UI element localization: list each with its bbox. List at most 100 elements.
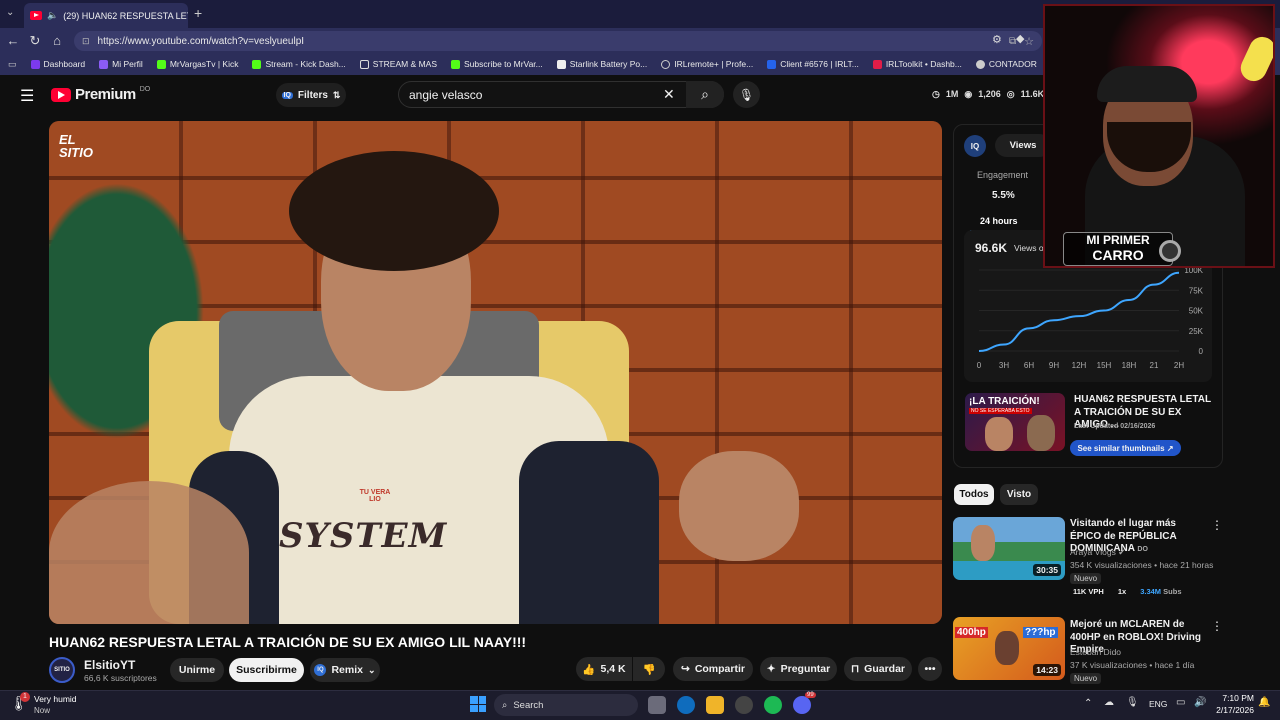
views-total: 96.6K — [975, 241, 1008, 255]
remix-button[interactable]: IQ Remix ⌄ — [310, 658, 380, 682]
ask-button[interactable]: ✦ Preguntar — [760, 657, 837, 681]
channel-avatar[interactable]: SITIO — [49, 657, 75, 683]
url-field[interactable]: ⊡ https://www.youtube.com/watch?v=veslyu… — [74, 31, 1042, 51]
tray-app-icon[interactable]: ☁ — [1104, 697, 1114, 708]
hand-left — [49, 481, 249, 624]
clear-search-icon[interactable]: ✕ — [663, 86, 675, 103]
subscribe-button[interactable]: Suscribirme — [229, 658, 304, 682]
related-thumbnail[interactable]: ¡LA TRAICIÓN! NO SE ESPERABA ESTO — [965, 393, 1065, 451]
recommendation-thumbnail[interactable]: 30:35 — [953, 517, 1065, 580]
obs-icon[interactable] — [735, 696, 753, 714]
task-view-icon[interactable] — [648, 696, 666, 714]
iq-icon: IQ — [281, 91, 293, 99]
irltoolkit-icon — [872, 59, 882, 69]
bookmark-stream-kick[interactable]: Stream - Kick Dash... — [252, 59, 346, 69]
search-button[interactable]: ⌕ — [686, 81, 724, 108]
home-icon[interactable]: ⌂ — [46, 30, 68, 52]
back-icon[interactable]: ← — [2, 30, 24, 52]
recommendation-thumbnail[interactable]: 400hp ???hp 14:23 — [953, 617, 1065, 680]
speaker-icon[interactable]: 🔈 — [47, 10, 58, 21]
wheel-icon — [1159, 240, 1181, 262]
share-icon: ↪ — [681, 663, 690, 675]
x-tick-label: 3H — [999, 361, 1009, 370]
see-similar-thumbnails-button[interactable]: See similar thumbnails ↗ — [1070, 440, 1181, 456]
tab-list-chevron-icon[interactable]: ⌄ — [6, 7, 20, 21]
more-vertical-icon[interactable]: ⋮ — [1211, 619, 1223, 633]
video-player[interactable]: SYSTEM TU VERA LIO EL SITIO — [49, 121, 942, 624]
collections-icon[interactable]: ▭ — [8, 59, 17, 70]
search-icon: ⌕ — [502, 699, 508, 711]
bookmark-irltoolkit[interactable]: IRLToolkit • Dashb... — [872, 59, 962, 69]
search-input[interactable]: angie velasco — [398, 81, 724, 108]
bookmark-stream-mas[interactable]: STREAM & MAS — [359, 59, 437, 69]
engagement-label: Engagement — [977, 170, 1029, 180]
share-button[interactable]: ↪ Compartir — [673, 657, 753, 681]
chevron-down-icon: ⌄ — [367, 664, 376, 675]
like-button[interactable]: 👍 5,4 K — [576, 657, 632, 681]
thumb-person — [1027, 415, 1055, 451]
language-indicator[interactable]: ENG — [1149, 699, 1167, 709]
x-tick-label: 21 — [1150, 361, 1159, 370]
eye-icon: ◉ — [964, 89, 973, 99]
bookmark-subscribe[interactable]: Subscribe to MrVar... — [451, 59, 543, 69]
more-vertical-icon[interactable]: ⋮ — [1211, 518, 1223, 532]
reload-icon[interactable]: ↻ — [24, 30, 46, 52]
iq-icon: IQ — [314, 664, 327, 676]
network-icon[interactable]: ▭ — [1176, 697, 1185, 708]
subs-stat: 3.34M Subs — [1140, 587, 1182, 596]
last-updated: Last Updated 02/16/2026 — [1074, 423, 1156, 430]
vidiq-stats-row: 11K VPH 1x 3.34M Subs — [1073, 587, 1182, 596]
x-tick-label: 2H — [1174, 361, 1184, 370]
hair — [289, 151, 499, 271]
bookmark-mi-perfil[interactable]: Mi Perfil — [99, 59, 143, 69]
browser-tab-active[interactable]: 🔈 (29) HUAN62 RESPUESTA LETAL A ✕ — [24, 3, 188, 28]
voice-search-button[interactable]: 🎙 — [733, 81, 760, 108]
taskbar-search[interactable]: ⌕ Search — [494, 694, 638, 716]
new-tab-icon[interactable]: + — [194, 5, 202, 21]
join-button[interactable]: Unirme — [170, 658, 224, 682]
chip-visto[interactable]: Visto — [1000, 484, 1038, 505]
channel-name[interactable]: Araya Vlogs ✔ — [1070, 547, 1125, 558]
bookmark-client[interactable]: Client #6576 | IRLT... — [767, 59, 859, 69]
bookmark-irlremote[interactable]: IRLremote+ | Profe... — [661, 59, 753, 69]
channel-name[interactable]: Esteban Dido — [1070, 647, 1121, 657]
file-explorer-icon[interactable] — [706, 696, 724, 714]
page-info-icon[interactable]: ⊡ — [82, 36, 90, 47]
volume-icon[interactable]: 🔊 — [1194, 697, 1206, 708]
start-windows-icon[interactable] — [470, 696, 486, 712]
discord-icon[interactable] — [793, 696, 811, 714]
bookmark-dashboard[interactable]: Dashboard — [30, 59, 85, 69]
engagement-value: 5.5% — [992, 190, 1015, 201]
video-title: HUAN62 RESPUESTA LETAL A TRAICIÓN DE SU … — [49, 634, 527, 650]
bookmark-contador[interactable]: CONTADOR — [975, 59, 1037, 69]
y-tick-label: 0 — [1199, 347, 1204, 356]
extension-diamond-icon[interactable]: ◆ — [1016, 32, 1024, 45]
channel-name[interactable]: ElsitioYT — [84, 658, 135, 672]
tab-title: (29) HUAN62 RESPUESTA LETAL A — [63, 10, 188, 21]
youtube-logo[interactable]: Premium DO — [51, 86, 150, 103]
extensions-icon[interactable]: ⚙ — [992, 33, 1002, 46]
bookmark-kick[interactable]: MrVargasTv | Kick — [156, 59, 238, 69]
bookmark-starlink[interactable]: Starlink Battery Po... — [556, 59, 647, 69]
tray-chevron-icon[interactable]: ⌃ — [1084, 698, 1092, 709]
notification-bell-icon[interactable]: 🔔 — [1258, 697, 1270, 708]
dislike-button[interactable]: 👎 — [633, 657, 665, 681]
irltoolkit-icon — [767, 59, 777, 69]
clock-time[interactable]: 7:10 PM — [1214, 693, 1254, 703]
more-actions-button[interactable]: ••• — [918, 657, 942, 681]
spotify-icon[interactable] — [764, 696, 782, 714]
thumbs-up-icon: 👍 — [582, 663, 596, 676]
edge-browser-icon[interactable] — [677, 696, 695, 714]
weather-sub: Now — [34, 706, 51, 715]
save-button[interactable]: ⊓ Guardar — [844, 657, 912, 681]
chip-todos[interactable]: Todos — [954, 484, 994, 505]
discord-badge: 99 — [805, 692, 816, 698]
counter-icon — [975, 59, 985, 69]
search-text: angie velasco — [409, 87, 483, 102]
period-tab[interactable]: 24 hours — [980, 216, 1018, 226]
filters-button[interactable]: IQ Filters ⇅ — [276, 83, 346, 107]
favorite-star-icon[interactable]: ☆ — [1024, 35, 1034, 48]
microphone-icon[interactable]: 🎙 — [1126, 697, 1139, 708]
weather-title[interactable]: Very humid — [34, 694, 77, 704]
menu-icon[interactable]: ☰ — [20, 86, 34, 106]
